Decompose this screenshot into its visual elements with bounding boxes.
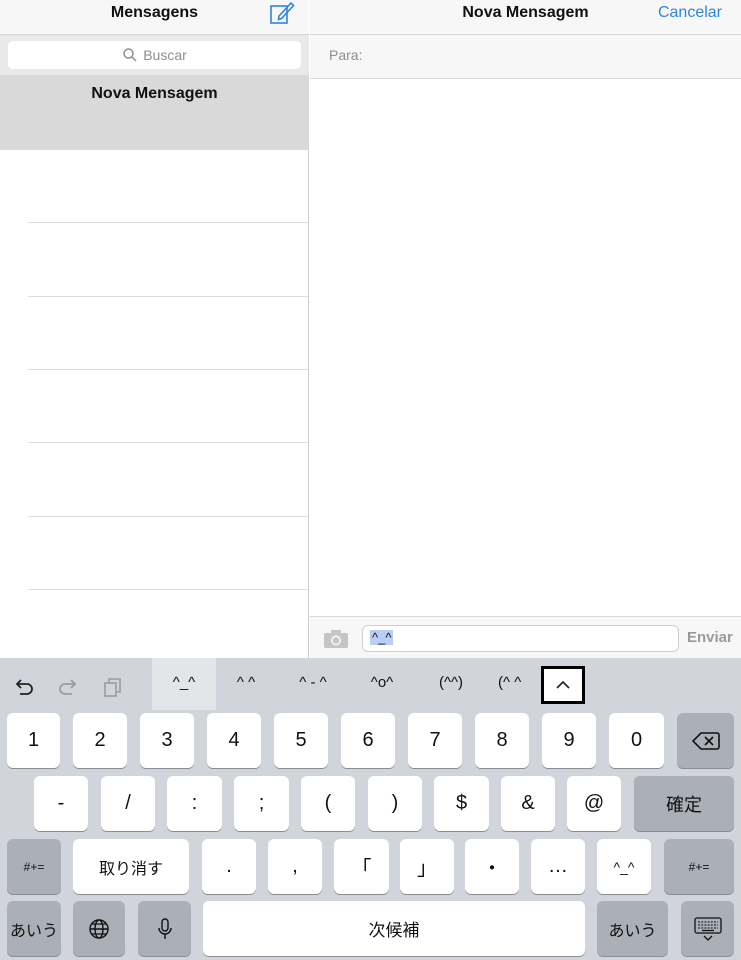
globe-icon <box>89 918 109 939</box>
candidate-bar: ^_^ ^ ^ ^ - ^ ^o^ (^^) (^ ^ <box>0 658 741 710</box>
search-icon <box>123 48 137 62</box>
key-semicolon[interactable]: ; <box>234 776 289 831</box>
row-divider <box>28 369 309 370</box>
candidate-item[interactable]: (^ ^ <box>498 674 538 691</box>
candidate-item[interactable]: ^o^ <box>358 674 406 691</box>
recipient-label: Para: <box>329 47 363 63</box>
compose-bar: ^_^ Enviar <box>310 616 741 658</box>
symbols-key-right[interactable]: #+= <box>664 839 734 894</box>
key-2[interactable]: 2 <box>73 713 127 768</box>
right-header: Nova Mensagem Cancelar <box>310 0 741 35</box>
compose-icon[interactable] <box>269 0 295 26</box>
kana-key-left[interactable]: あいう <box>7 901 61 956</box>
send-button[interactable]: Enviar <box>687 629 733 646</box>
backspace-key[interactable] <box>677 713 734 768</box>
row-divider <box>28 222 309 223</box>
expand-candidates-button[interactable] <box>541 666 585 704</box>
search-input[interactable]: Buscar <box>8 41 301 69</box>
paste-icon[interactable] <box>102 676 124 698</box>
camera-icon[interactable] <box>323 629 349 649</box>
candidate-item[interactable]: (^^) <box>425 674 477 691</box>
globe-key[interactable] <box>73 901 125 956</box>
key-ampersand[interactable]: & <box>501 776 555 831</box>
list-item-selected[interactable]: Nova Mensagem <box>0 75 309 150</box>
keyboard: ^_^ ^ ^ ^ - ^ ^o^ (^^) (^ ^ 1 2 3 4 5 6 … <box>0 658 741 960</box>
row-divider <box>28 442 309 443</box>
key-close-paren[interactable]: ) <box>368 776 422 831</box>
next-candidate-key[interactable]: 次候補 <box>203 901 585 956</box>
key-dollar[interactable]: $ <box>434 776 489 831</box>
key-7[interactable]: 7 <box>408 713 462 768</box>
key-middle-dot[interactable]: ・ <box>465 839 519 894</box>
undo-icon[interactable] <box>13 676 35 698</box>
key-colon[interactable]: : <box>167 776 222 831</box>
microphone-icon <box>157 917 172 939</box>
chevron-up-icon <box>556 680 570 689</box>
key-close-bracket[interactable]: 」 <box>400 839 454 894</box>
search-bar-container: Buscar <box>0 35 309 75</box>
confirm-key[interactable]: 確定 <box>634 776 734 831</box>
backspace-icon <box>691 731 720 750</box>
left-pane-title: Mensagens <box>110 4 199 21</box>
candidate-item[interactable]: ^ - ^ <box>285 674 341 691</box>
message-input[interactable]: ^_^ <box>362 625 679 652</box>
key-9[interactable]: 9 <box>542 713 596 768</box>
key-5[interactable]: 5 <box>274 713 328 768</box>
list-item-title: Nova Mensagem <box>91 85 218 102</box>
candidate-item[interactable]: ^_^ <box>152 674 216 691</box>
key-comma[interactable]: , <box>268 839 322 894</box>
key-8[interactable]: 8 <box>475 713 529 768</box>
candidate-item[interactable]: ^ ^ <box>222 674 270 691</box>
microphone-key[interactable] <box>138 901 191 956</box>
cancel-button[interactable]: Cancelar <box>658 4 722 22</box>
key-open-paren[interactable]: ( <box>301 776 355 831</box>
key-6[interactable]: 6 <box>341 713 395 768</box>
message-text: ^_^ <box>370 630 394 645</box>
key-3[interactable]: 3 <box>140 713 194 768</box>
key-0[interactable]: 0 <box>609 713 664 768</box>
key-4[interactable]: 4 <box>207 713 261 768</box>
undo-input-key[interactable]: 取り消す <box>73 839 189 894</box>
search-placeholder: Buscar <box>143 47 187 63</box>
key-at[interactable]: @ <box>567 776 621 831</box>
conversation-list-pane: Mensagens Buscar Nova Mensagem <box>0 0 309 658</box>
recipient-field[interactable]: Para: <box>310 35 741 79</box>
key-open-bracket[interactable]: 「 <box>334 839 389 894</box>
left-header: Mensagens <box>0 0 309 35</box>
key-period[interactable]: . <box>202 839 256 894</box>
row-divider <box>28 296 309 297</box>
redo-icon[interactable] <box>57 676 79 698</box>
key-ellipsis[interactable]: … <box>531 839 585 894</box>
key-slash[interactable]: / <box>101 776 155 831</box>
row-divider <box>28 516 309 517</box>
row-divider <box>28 589 309 590</box>
hide-keyboard-icon <box>693 916 722 941</box>
key-hyphen[interactable]: - <box>34 776 88 831</box>
key-1[interactable]: 1 <box>7 713 60 768</box>
symbols-key-left[interactable]: #+= <box>7 839 61 894</box>
key-emoticon[interactable]: ^_^ <box>597 839 651 894</box>
kana-key-right[interactable]: あいう <box>597 901 668 956</box>
hide-keyboard-key[interactable] <box>681 901 734 956</box>
